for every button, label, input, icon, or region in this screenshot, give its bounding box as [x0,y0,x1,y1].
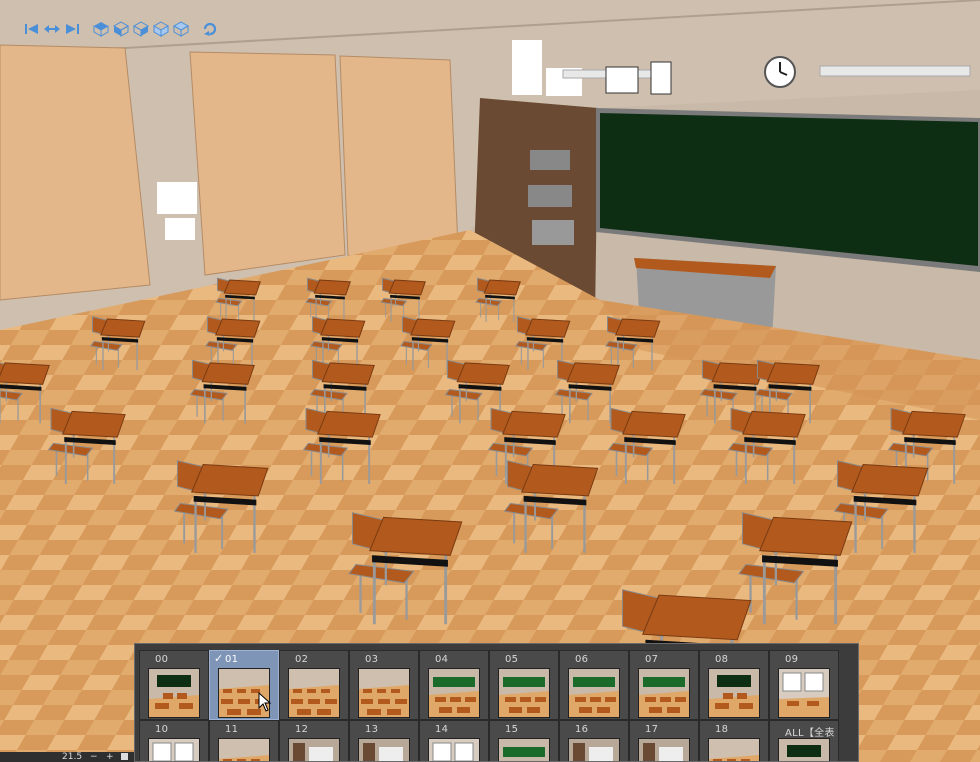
view-bottom-button[interactable] [171,20,190,42]
zoom-out-button[interactable]: − [90,752,98,762]
thumbnail-row-2: 10 11 12 13 14 15 16 17 18 ALL【全表示】 [139,720,839,761]
pan-arrows-icon [43,20,61,43]
scene-preview-image [358,668,410,718]
mouse-cursor-icon [258,692,272,712]
zoom-in-button[interactable]: + [106,752,114,762]
thumbnail-label: 10 [155,724,169,735]
scene-thumbnail[interactable]: 00 [139,650,209,720]
zoom-value: 21.5 [62,752,83,762]
scene-thumbnail[interactable]: 13 [349,720,419,761]
cube-bottom-icon [172,20,190,43]
scene-thumbnail-panel: 00 ✓ 01 02 03 04 05 06 07 08 09 10 11 12 13 14 15 16 17 18… [134,643,859,762]
scene-thumbnail[interactable]: ALL【全表示】 [769,720,839,761]
scene-preview-image [288,738,340,761]
scene-preview-image [428,668,480,718]
scene-thumbnail[interactable]: 11 [209,720,279,761]
thumbnail-label: 04 [435,654,449,665]
scene-thumbnail[interactable]: 06 [559,650,629,720]
checkmark-icon: ✓ [214,653,224,665]
scene-preview-image [568,738,620,761]
thumbnail-label: 14 [435,724,449,735]
thumbnail-label: 06 [575,654,589,665]
thumbnail-label: 08 [715,654,729,665]
scene-thumbnail[interactable]: 08 [699,650,769,720]
scene-preview-image [148,738,200,761]
scene-thumbnail[interactable]: 07 [629,650,699,720]
fit-view-button[interactable] [121,753,128,760]
thumbnail-label: 05 [505,654,519,665]
thumbnail-row-1: 00 ✓ 01 02 03 04 05 06 07 08 09 [139,650,839,720]
view-top-button[interactable] [91,20,110,42]
scene-preview-image [358,738,410,761]
thumbnail-label: 12 [295,724,309,735]
scene-preview-image [498,668,550,718]
thumbnail-label: 09 [785,654,799,665]
scene-preview-image [218,738,270,761]
cube-side-icon [132,20,150,43]
scene-thumbnail[interactable]: 17 [629,720,699,761]
view-toolbar [22,18,219,44]
thumbnail-label: 03 [365,654,379,665]
scene-thumbnail[interactable]: 14 [419,720,489,761]
thumbnail-label: 02 [295,654,309,665]
scene-thumbnail[interactable]: 05 [489,650,559,720]
skip-back-icon [23,20,41,43]
scene-thumbnail[interactable]: 04 [419,650,489,720]
scene-thumbnail[interactable]: 15 [489,720,559,761]
scene-thumbnail[interactable]: 10 [139,720,209,761]
scene-preview-image [148,668,200,718]
thumbnail-label: 13 [365,724,379,735]
view-side-button[interactable] [131,20,150,42]
rotate-button[interactable] [200,20,219,42]
thumbnail-label: 11 [225,724,239,735]
scene-thumbnail[interactable]: 03 [349,650,419,720]
skip-forward-button[interactable] [62,20,81,42]
thumbnail-label: 07 [645,654,659,665]
scene-preview-image [288,668,340,718]
view-front-button[interactable] [111,20,130,42]
scene-preview-image [708,668,760,718]
thumbnail-label: 18 [715,724,729,735]
thumbnail-label: 15 [505,724,519,735]
thumbnail-label: 01 [225,654,239,665]
scene-thumbnail[interactable]: 12 [279,720,349,761]
scene-preview-image [638,738,690,761]
skip-back-button[interactable] [22,20,41,42]
scene-thumbnail[interactable]: 02 [279,650,349,720]
thumbnail-label: 00 [155,654,169,665]
cube-top-icon [92,20,110,43]
scene-thumbnail[interactable]: 16 [559,720,629,761]
cube-back-icon [152,20,170,43]
thumbnail-label: 17 [645,724,659,735]
zoom-status-bar: 21.5 − + [0,752,134,762]
scene-preview-image [708,738,760,761]
cube-front-icon [112,20,130,43]
view-back-button[interactable] [151,20,170,42]
scene-thumbnail[interactable]: 09 [769,650,839,720]
scene-preview-image [568,668,620,718]
thumbnail-label: 16 [575,724,589,735]
scene-preview-image [778,668,830,718]
pan-button[interactable] [42,20,61,42]
scene-preview-image [428,738,480,761]
rotate-icon [201,20,219,43]
scene-preview-image [778,738,830,761]
scene-preview-image [498,738,550,761]
skip-forward-icon [63,20,81,43]
scene-preview-image [638,668,690,718]
scene-thumbnail[interactable]: 18 [699,720,769,761]
